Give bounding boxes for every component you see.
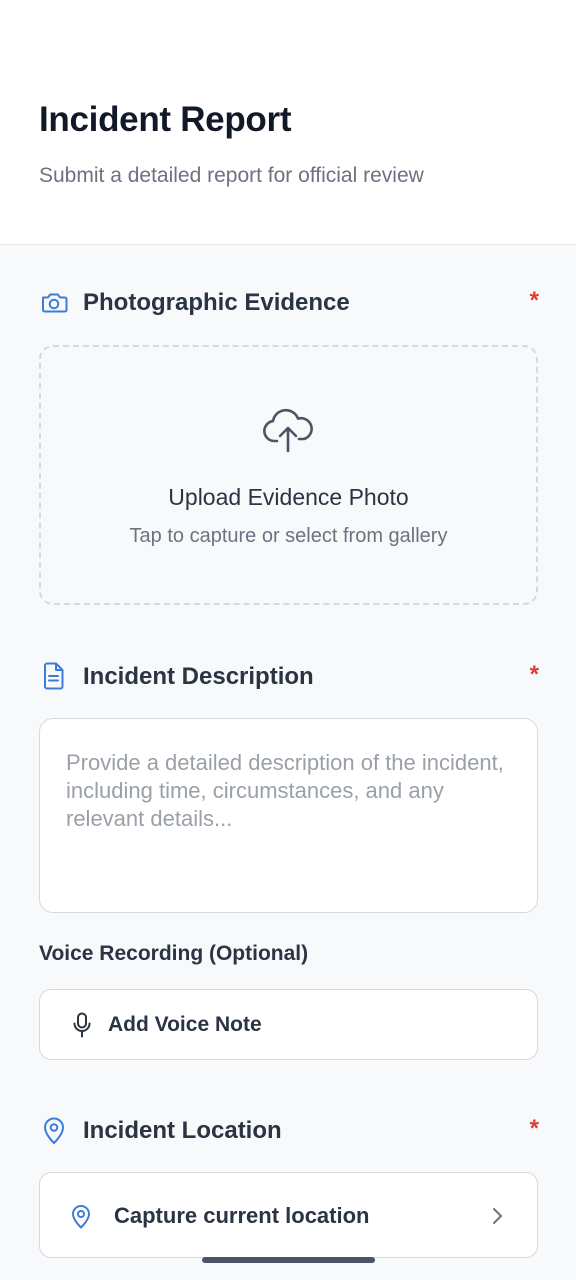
map-pin-icon — [72, 1205, 90, 1229]
map-pin-icon — [44, 1117, 64, 1144]
upload-subtitle: Tap to capture or select from gallery — [129, 525, 448, 547]
required-asterisk: * — [529, 287, 539, 314]
page-subtitle: Submit a detailed report for official re… — [39, 164, 424, 187]
photo-section-label: Photographic Evidence — [83, 289, 350, 316]
chevron-right-icon — [493, 1208, 502, 1224]
capture-location-label: Capture current location — [114, 1203, 370, 1228]
home-indicator[interactable] — [202, 1257, 375, 1263]
add-voice-note-button[interactable]: Add Voice Note — [39, 989, 538, 1060]
microphone-icon — [73, 1012, 91, 1038]
page-header: Incident Report Submit a detailed report… — [0, 0, 576, 245]
add-voice-note-label: Add Voice Note — [108, 1013, 262, 1036]
description-section-label: Incident Description — [83, 663, 314, 690]
photo-section-header: Photographic Evidence * — [39, 287, 539, 323]
photo-upload-dropzone[interactable]: Upload Evidence Photo Tap to capture or … — [39, 345, 538, 605]
capture-location-button[interactable]: Capture current location — [39, 1172, 538, 1258]
upload-title: Upload Evidence Photo — [168, 484, 409, 510]
required-asterisk: * — [529, 1115, 539, 1142]
location-section-header: Incident Location * — [39, 1115, 539, 1151]
incident-description-textarea[interactable] — [39, 718, 538, 913]
required-asterisk: * — [529, 661, 539, 688]
location-section-label: Incident Location — [83, 1117, 282, 1144]
camera-icon — [42, 293, 68, 313]
document-icon — [44, 662, 64, 690]
cloud-upload-icon — [263, 408, 313, 453]
voice-recording-label: Voice Recording (Optional) — [39, 942, 309, 965]
description-section-header: Incident Description * — [39, 661, 539, 697]
incident-report-screen: Incident Report Submit a detailed report… — [0, 0, 576, 1280]
page-title: Incident Report — [39, 100, 292, 139]
